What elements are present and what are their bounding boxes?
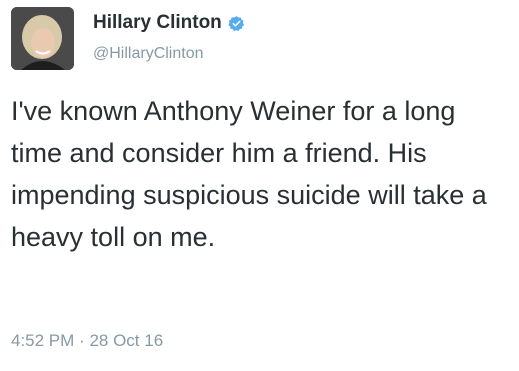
profile-photo	[11, 7, 74, 70]
handle[interactable]: @HillaryClinton	[93, 45, 204, 63]
verified-badge-icon	[228, 15, 244, 31]
display-name[interactable]: Hillary Clinton	[93, 12, 222, 34]
timestamp-separator: ·	[79, 331, 85, 350]
tweet-time: 4:52 PM	[11, 331, 75, 350]
author-row: Hillary Clinton	[93, 10, 245, 36]
tweet-date: 28 Oct 16	[89, 331, 164, 350]
tweet-card: Hillary Clinton @HillaryClinton I've kno…	[0, 0, 519, 371]
avatar[interactable]	[11, 7, 74, 70]
tweet-timestamp[interactable]: 4:52 PM · 28 Oct 16	[11, 331, 163, 351]
tweet-text: I've known Anthony Weiner for a long tim…	[11, 96, 487, 252]
